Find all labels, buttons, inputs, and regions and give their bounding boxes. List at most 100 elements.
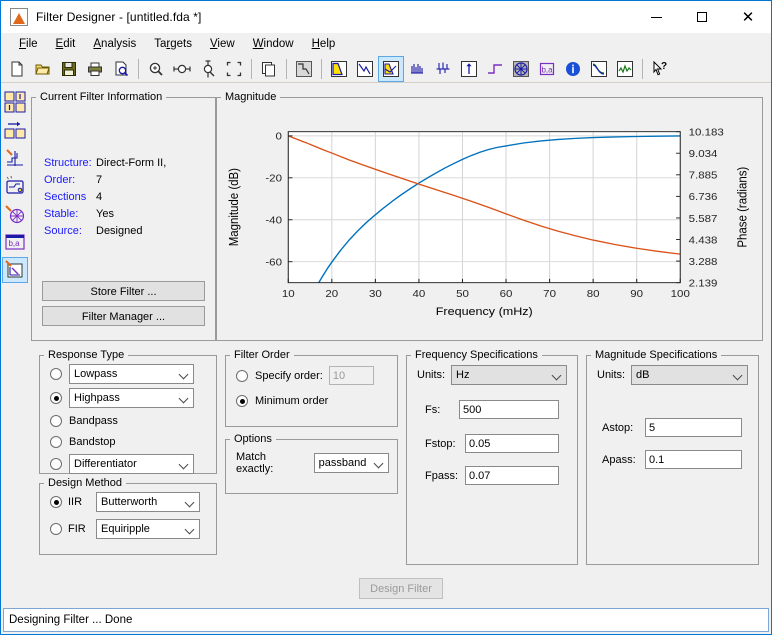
radio-highpass-icon[interactable] (50, 392, 62, 404)
differentiator-dropdown[interactable]: Differentiator (69, 454, 194, 474)
highpass-dropdown[interactable]: Highpass (69, 388, 194, 408)
apass-label: Apass: (602, 453, 636, 466)
zoom-x-icon[interactable] (170, 57, 194, 81)
status-text: Designing Filter ... Done (9, 614, 133, 626)
magnitude-plot[interactable]: 10 20 30 40 50 60 70 80 90 100 0 -20 -40 -60 10.183 9.0… (217, 103, 762, 340)
radio-lowpass-icon[interactable] (50, 368, 62, 380)
response-option-highpass[interactable]: Highpass (50, 388, 208, 408)
fs-input[interactable] (459, 400, 559, 419)
radio-specify-order-icon[interactable] (236, 369, 248, 382)
design-filter-button[interactable]: Design Filter (359, 577, 443, 599)
maximize-button[interactable] (679, 1, 725, 33)
print-icon[interactable] (83, 57, 107, 81)
phase-response-icon[interactable] (353, 57, 377, 81)
chevron-down-icon (734, 371, 742, 379)
save-icon[interactable] (57, 57, 81, 81)
title-bar: Filter Designer - [untitled.fda *] ✕ (1, 1, 771, 33)
iir-method-dropdown[interactable]: Butterworth (96, 492, 200, 512)
menu-analysis[interactable]: Analysis (84, 36, 145, 52)
magnitude-estimate-icon[interactable] (587, 57, 611, 81)
close-button[interactable]: ✕ (725, 1, 771, 33)
radio-iir-icon[interactable] (50, 496, 62, 508)
pole-zero-editor-icon[interactable] (2, 257, 28, 283)
group-delay-icon[interactable] (405, 57, 429, 81)
open-icon[interactable] (31, 57, 55, 81)
print-preview-icon[interactable] (109, 57, 133, 81)
radio-minimum-order-icon[interactable] (236, 395, 248, 407)
svg-text:?: ? (661, 61, 667, 72)
realize-model-icon[interactable]: b,a (2, 229, 28, 255)
design-method-fir-row[interactable]: FIR Equiripple (50, 519, 208, 539)
svg-text:2.139: 2.139 (689, 278, 718, 289)
radio-bandpass-icon[interactable] (50, 414, 62, 427)
magnitude-response-icon[interactable] (327, 57, 351, 81)
apass-input[interactable] (645, 450, 742, 469)
menu-help[interactable]: Help (303, 36, 345, 52)
response-option-bandpass[interactable]: Bandpass (50, 412, 208, 429)
filter-spec-icon[interactable] (292, 57, 316, 81)
svg-text:5.587: 5.587 (689, 213, 718, 224)
response-option-differentiator[interactable]: Differentiator (50, 454, 208, 474)
pole-zero-icon[interactable] (509, 57, 533, 81)
filter-manager-button[interactable]: Filter Manager ... (42, 306, 205, 326)
round-noise-icon[interactable] (613, 57, 637, 81)
store-filter-button[interactable]: Store Filter ... (42, 281, 205, 301)
svg-text:9.034: 9.034 (689, 148, 718, 159)
menu-file[interactable]: File (10, 36, 47, 52)
filter-order-panel: Filter Order Specify order: Minimum orde… (225, 349, 398, 427)
response-option-lowpass[interactable]: Lowpass (50, 364, 208, 384)
radio-differentiator-icon[interactable] (50, 458, 62, 470)
import-filter-icon[interactable] (2, 117, 28, 143)
frequency-units-dropdown[interactable]: Hz (451, 365, 567, 385)
toolbar-separator (251, 58, 252, 79)
lowpass-dropdown[interactable]: Lowpass (69, 364, 194, 384)
step-response-icon[interactable] (483, 57, 507, 81)
zoom-in-icon[interactable] (144, 57, 168, 81)
menu-edit[interactable]: Edit (47, 36, 85, 52)
design-method-legend: Design Method (48, 477, 122, 489)
options-legend: Options (234, 433, 272, 445)
chevron-down-icon (553, 371, 561, 379)
filter-order-legend: Filter Order (234, 349, 290, 361)
multirate-filter-icon[interactable] (2, 201, 28, 227)
filter-information-icon[interactable] (561, 57, 585, 81)
magnitude-phase-icon[interactable] (378, 55, 404, 82)
menu-view[interactable]: View (201, 36, 244, 52)
menu-targets[interactable]: Targets (145, 36, 201, 52)
impulse-response-icon[interactable] (457, 57, 481, 81)
highpass-label: Highpass (74, 392, 120, 404)
quantize-filter-icon[interactable] (2, 145, 28, 171)
design-filter-icon[interactable] (2, 89, 28, 115)
magnitude-specifications-legend: Magnitude Specifications (595, 349, 718, 361)
new-icon[interactable] (5, 57, 29, 81)
radio-fir-icon[interactable] (50, 523, 62, 535)
help-pointer-icon[interactable]: ? (648, 57, 672, 81)
magnitude-units-dropdown[interactable]: dB (631, 365, 748, 385)
svg-text:0: 0 (276, 131, 282, 142)
radio-bandstop-icon[interactable] (50, 435, 62, 448)
astop-input[interactable] (645, 418, 742, 437)
fir-method-dropdown[interactable]: Equiripple (96, 519, 200, 539)
design-method-iir-row[interactable]: IIR Butterworth (50, 492, 208, 512)
fs-row: Fs: (417, 400, 567, 419)
copy-figure-icon[interactable] (257, 57, 281, 81)
fpass-label: Fpass: (425, 469, 459, 482)
fpass-input[interactable] (465, 466, 559, 485)
full-view-icon[interactable] (222, 57, 246, 81)
minimize-button[interactable] (633, 1, 679, 33)
filter-coefficients-icon[interactable]: b,a (535, 57, 559, 81)
response-option-bandstop[interactable]: Bandstop (50, 433, 208, 450)
zoom-y-icon[interactable] (196, 57, 220, 81)
specify-order-input[interactable] (328, 366, 374, 385)
transform-filter-icon[interactable] (2, 173, 28, 199)
minimum-order-row[interactable]: Minimum order (236, 395, 389, 407)
fstop-input[interactable] (465, 434, 559, 453)
phase-delay-icon[interactable] (431, 57, 455, 81)
specify-order-row[interactable]: Specify order: (236, 366, 389, 385)
match-exactly-dropdown[interactable]: passband (313, 453, 389, 473)
fstop-label: Fstop: (425, 437, 456, 450)
astop-row: Astop: (597, 418, 748, 437)
svg-text:60: 60 (500, 288, 513, 299)
menu-window[interactable]: Window (244, 36, 303, 52)
iir-label: IIR (68, 496, 83, 508)
